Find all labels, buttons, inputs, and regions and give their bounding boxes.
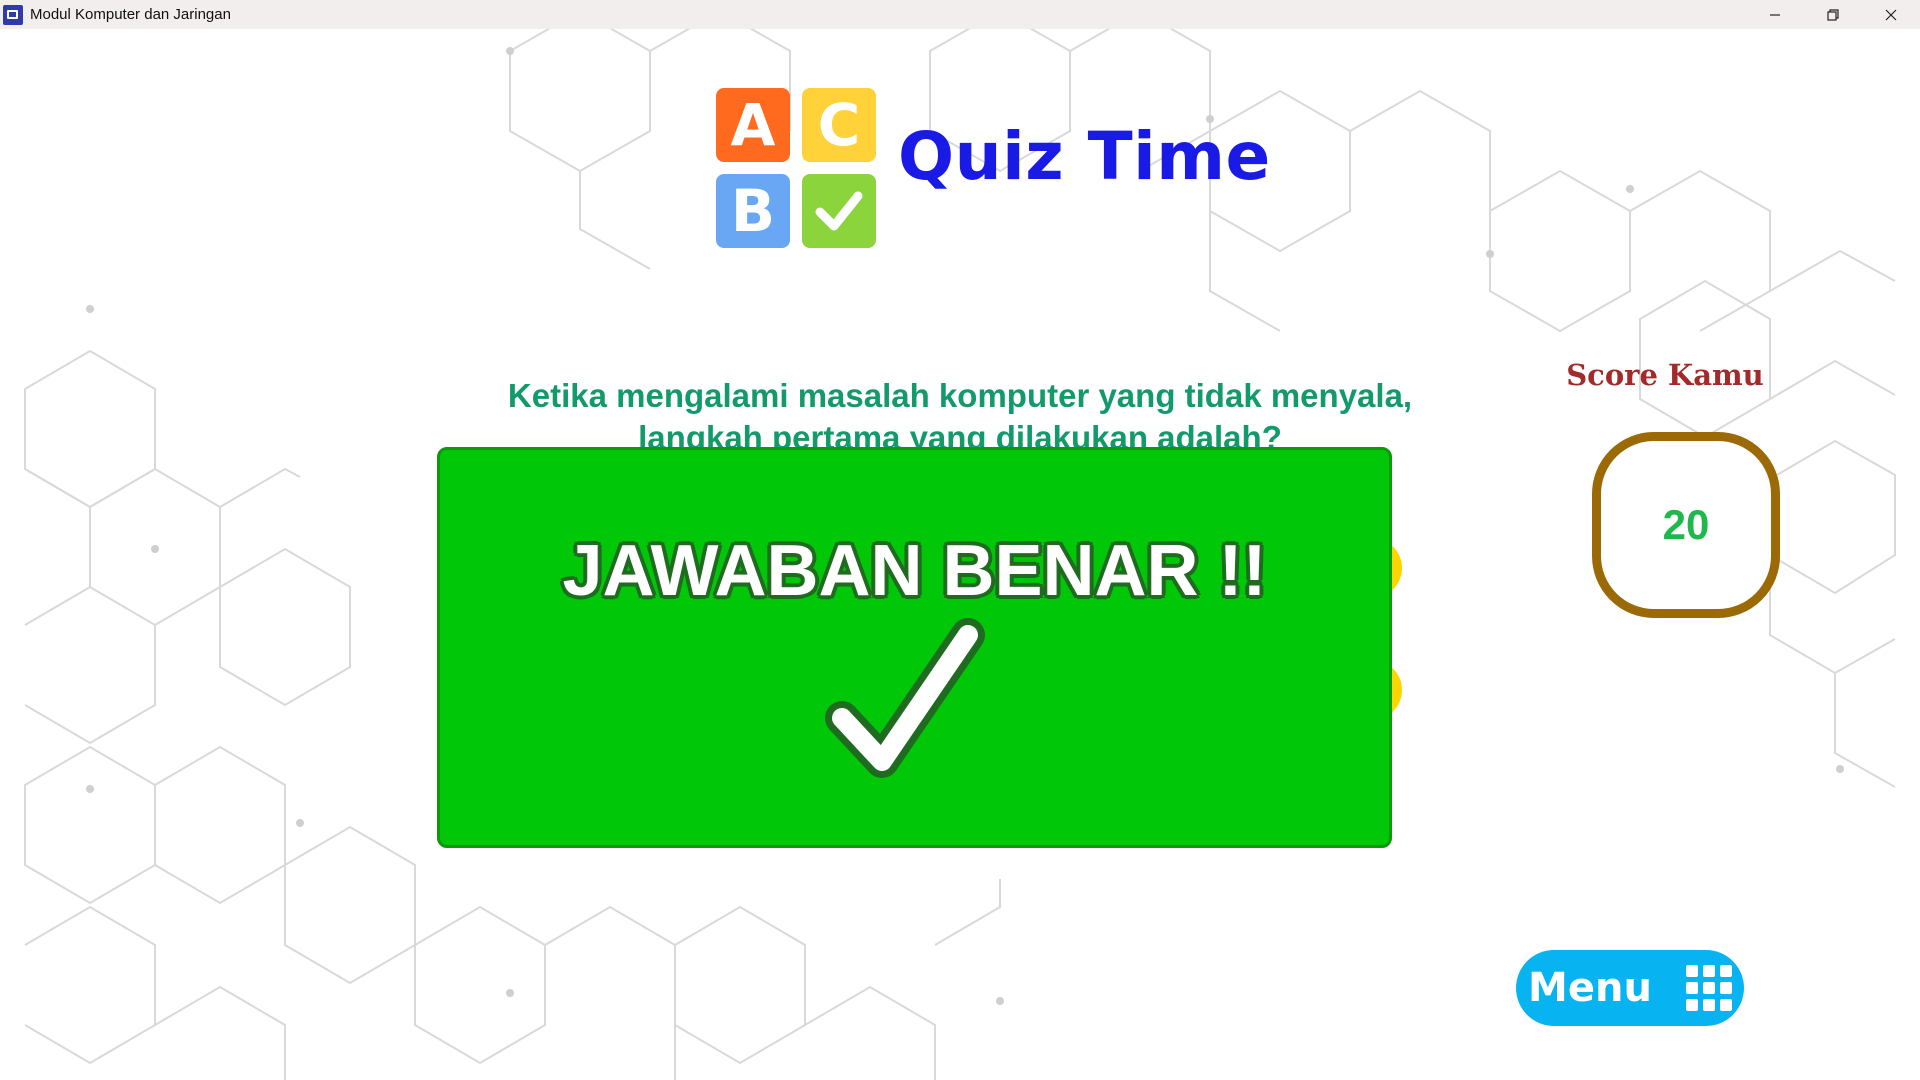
menu-label: Menu xyxy=(1528,965,1652,1011)
restore-icon xyxy=(1827,8,1839,21)
close-button[interactable] xyxy=(1862,0,1920,29)
minimize-icon xyxy=(1770,13,1780,16)
logo-tile-b: B xyxy=(716,174,790,248)
window-title: Modul Komputer dan Jaringan xyxy=(30,6,231,23)
score-label: Score Kamu xyxy=(1566,358,1764,392)
logo-tile-check xyxy=(802,174,876,248)
close-icon xyxy=(1885,9,1897,20)
page-title: Quiz Time xyxy=(898,118,1271,195)
checkmark-icon xyxy=(825,618,985,778)
app-icon xyxy=(3,4,23,25)
score-value: 20 xyxy=(1662,501,1710,548)
menu-button[interactable]: Menu xyxy=(1516,950,1744,1026)
window-titlebar: Modul Komputer dan Jaringan xyxy=(0,0,1920,29)
logo-tile-a: A xyxy=(716,88,790,162)
correct-answer-popup: JAWABAN BENAR !! xyxy=(437,447,1392,848)
logo-tile-c: C xyxy=(802,88,876,162)
score-box: 20 xyxy=(1592,432,1780,618)
window-controls xyxy=(1746,0,1920,29)
question-text: Ketika mengalami masalah komputer yang t… xyxy=(507,377,1413,456)
grid-menu-icon xyxy=(1685,965,1732,1011)
minimize-button[interactable] xyxy=(1746,0,1804,29)
restore-button[interactable] xyxy=(1804,0,1862,29)
quiz-logo: A C B xyxy=(716,88,876,248)
feedback-message: JAWABAN BENAR !! xyxy=(562,531,1267,611)
check-icon xyxy=(815,191,863,231)
